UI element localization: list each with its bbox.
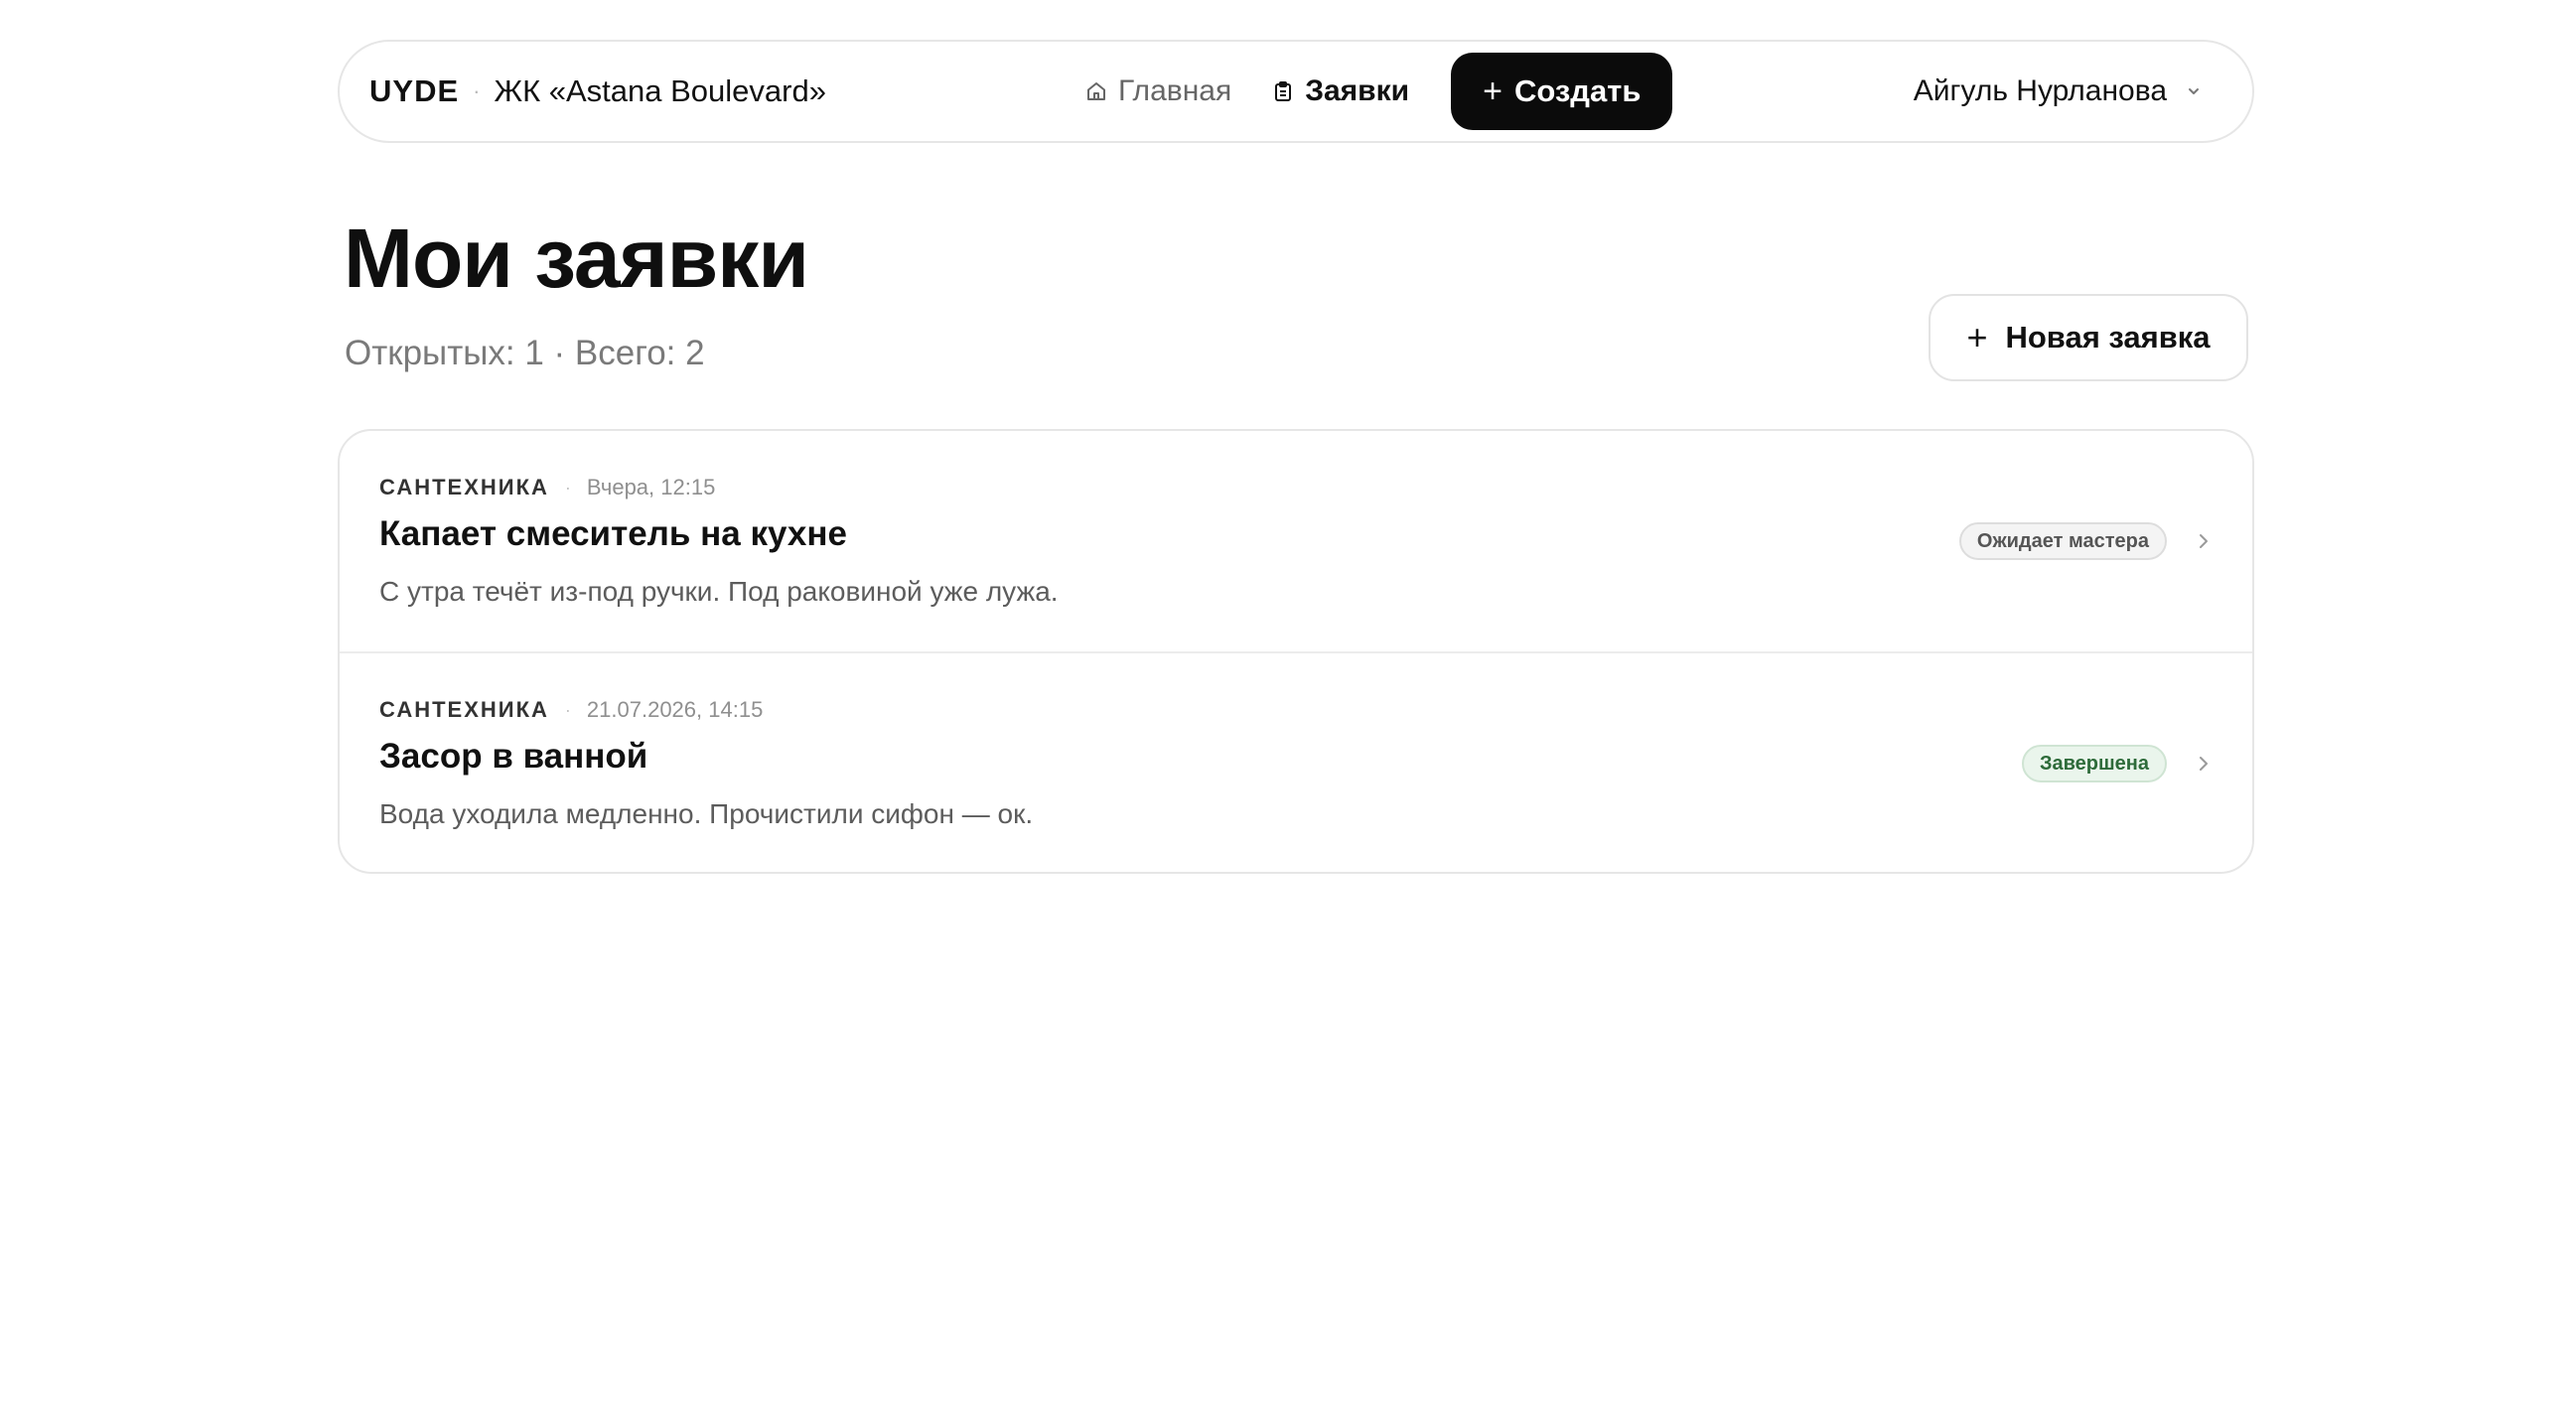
- request-description: С утра течёт из-под ручки. Под раковиной…: [379, 576, 1059, 607]
- requests-list: САНТЕХНИКА · Вчера, 12:15 Капает смесите…: [338, 429, 2254, 874]
- request-item[interactable]: САНТЕХНИКА · 21.07.2026, 14:15 Засор в в…: [340, 651, 2252, 872]
- request-category: САНТЕХНИКА: [379, 475, 549, 499]
- main-nav: Главная Заявки + Создать: [1065, 42, 1673, 141]
- request-category: САНТЕХНИКА: [379, 697, 549, 722]
- home-icon: [1087, 82, 1105, 100]
- create-button[interactable]: + Создать: [1451, 53, 1673, 130]
- page-title: Мои заявки: [344, 212, 809, 305]
- new-request-button[interactable]: + Новая заявка: [1929, 294, 2248, 381]
- brand-separator: ·: [473, 78, 481, 103]
- requests-summary: Открытых: 1 · Всего: 2: [345, 334, 705, 372]
- meta-separator: ·: [564, 699, 571, 720]
- nav-requests-label: Заявки: [1305, 74, 1410, 107]
- chevron-right-icon[interactable]: [2195, 753, 2213, 775]
- page: UYDE · ЖК «Astana Boulevard» Главная Зая…: [0, 0, 2576, 1418]
- chevron-down-icon: [2189, 88, 2199, 94]
- request-meta: САНТЕХНИКА · Вчера, 12:15: [379, 475, 715, 500]
- clipboard-icon: [1275, 81, 1292, 101]
- status-badge: Ожидает мастера: [1958, 522, 2167, 560]
- plus-icon: +: [1483, 72, 1503, 110]
- user-name: Айгуль Нурланова: [1913, 74, 2167, 107]
- request-description: Вода уходила медленно. Прочистили сифон …: [379, 798, 1034, 829]
- request-date: Вчера, 12:15: [586, 475, 716, 499]
- request-status-area: Завершена: [2021, 653, 2213, 872]
- request-date: 21.07.2026, 14:15: [586, 697, 764, 722]
- request-item[interactable]: САНТЕХНИКА · Вчера, 12:15 Капает смесите…: [340, 431, 2252, 651]
- logo: UYDE: [369, 73, 460, 108]
- brand[interactable]: UYDE · ЖК «Astana Boulevard»: [369, 42, 826, 141]
- request-meta: САНТЕХНИКА · 21.07.2026, 14:15: [379, 697, 763, 723]
- request-title: Засор в ванной: [379, 737, 648, 776]
- status-badge: Завершена: [2021, 745, 2167, 782]
- create-button-label: Создать: [1513, 73, 1642, 108]
- user-menu[interactable]: Айгуль Нурланова: [1914, 42, 2203, 141]
- nav-home-label: Главная: [1118, 74, 1232, 107]
- nav-requests[interactable]: Заявки: [1251, 53, 1429, 130]
- complex-name: ЖК «Astana Boulevard»: [494, 73, 826, 108]
- meta-separator: ·: [564, 477, 571, 497]
- top-navbar: UYDE · ЖК «Astana Boulevard» Главная Зая…: [338, 40, 2254, 143]
- nav-home[interactable]: Главная: [1065, 53, 1251, 130]
- plus-icon: +: [1966, 317, 1988, 357]
- new-request-label: Новая заявка: [2005, 320, 2211, 354]
- chevron-right-icon[interactable]: [2195, 530, 2213, 552]
- request-status-area: Ожидает мастера: [1958, 431, 2213, 651]
- request-title: Капает смеситель на кухне: [379, 514, 847, 553]
